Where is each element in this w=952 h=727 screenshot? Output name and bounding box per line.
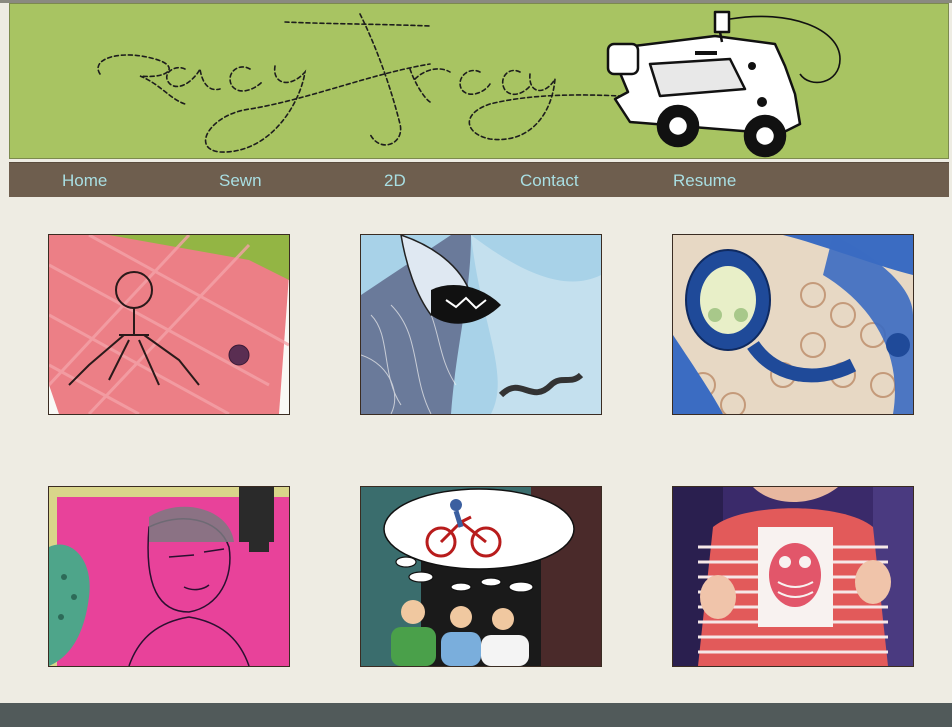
wallet-image — [49, 235, 289, 414]
octopus-image — [361, 235, 601, 414]
comic-image — [361, 487, 601, 666]
gallery-thumb-wallet[interactable] — [48, 234, 290, 415]
nav-item-home[interactable]: Home — [62, 171, 107, 191]
site-header — [9, 3, 949, 159]
gallery-thumb-baby[interactable] — [672, 486, 914, 667]
main-nav: Home Sewn 2D Contact Resume — [9, 162, 949, 197]
quilt-image — [673, 235, 913, 414]
gallery-thumb-portrait[interactable] — [48, 486, 290, 667]
site-logo[interactable] — [10, 4, 949, 159]
nav-item-resume[interactable]: Resume — [673, 171, 736, 191]
nav-item-contact[interactable]: Contact — [520, 171, 579, 191]
gallery-thumb-quilt[interactable] — [672, 234, 914, 415]
gallery-thumb-octopus[interactable] — [360, 234, 602, 415]
baby-image — [673, 487, 913, 666]
nav-item-sewn[interactable]: Sewn — [219, 171, 262, 191]
gallery-thumb-comic[interactable] — [360, 486, 602, 667]
page-footer — [0, 703, 952, 727]
portrait-image — [49, 487, 289, 666]
nav-item-2d[interactable]: 2D — [384, 171, 406, 191]
